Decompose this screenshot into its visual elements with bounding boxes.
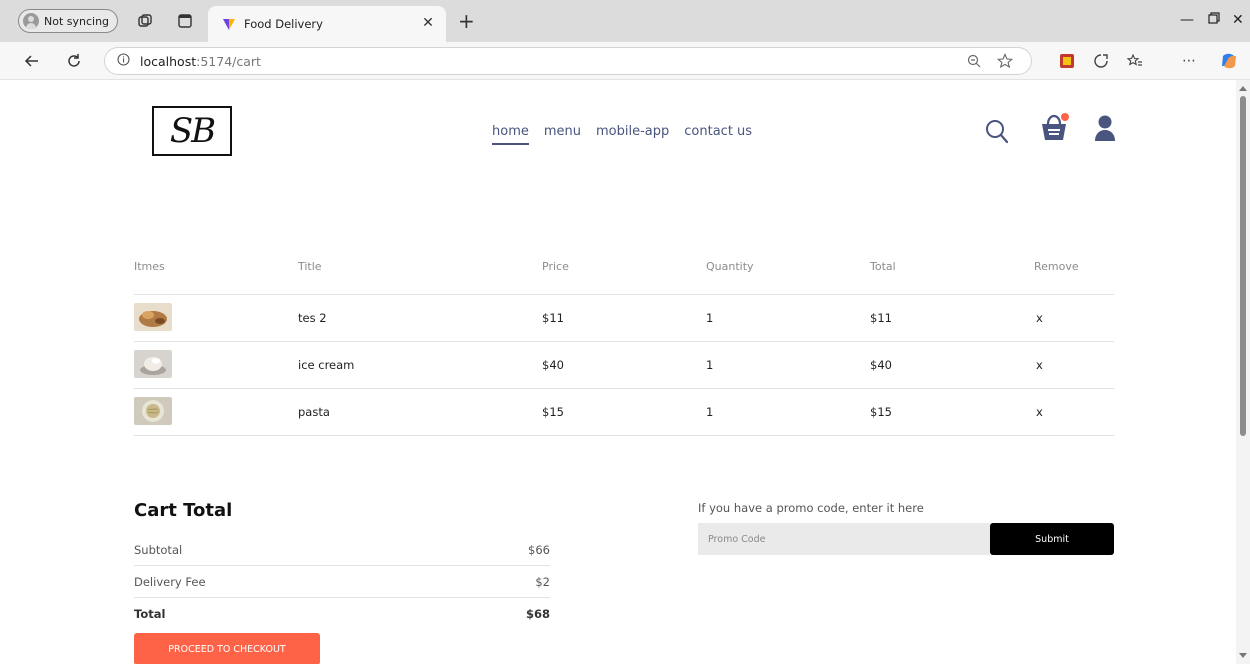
item-title: pasta	[298, 405, 330, 419]
total-row: Total $68	[134, 598, 550, 630]
nav-item-menu[interactable]: menu	[544, 124, 581, 145]
item-total: $11	[870, 311, 892, 325]
page-content: SB home menu mobile-app contact us Itmes…	[0, 80, 1236, 664]
cart-total-heading: Cart Total	[134, 500, 233, 521]
url-input[interactable]: localhost:5174/cart	[104, 47, 1032, 75]
subtotal-label: Subtotal	[134, 542, 183, 557]
tab-food-delivery[interactable]: Food Delivery ✕	[208, 6, 446, 42]
profile-sync-button[interactable]: Not syncing	[18, 9, 118, 33]
item-quantity: 1	[706, 405, 714, 419]
copilot-icon[interactable]	[1220, 52, 1238, 70]
site-logo[interactable]: SB	[152, 106, 232, 156]
promo-code-input[interactable]	[698, 523, 990, 555]
item-thumbnail	[134, 302, 298, 334]
extensions-puzzle-icon[interactable]	[1092, 52, 1110, 70]
nav-item-contact-us[interactable]: contact us	[684, 124, 752, 145]
scroll-thumb[interactable]	[1240, 96, 1246, 436]
promo-submit-button[interactable]: Submit	[990, 523, 1114, 555]
item-thumbnail	[134, 396, 298, 428]
url-path: :5174/cart	[196, 53, 261, 69]
proceed-to-checkout-button[interactable]: PROCEED TO CHECKOUT	[134, 633, 320, 664]
delivery-fee-label: Delivery Fee	[134, 574, 206, 589]
nav-item-mobile-app[interactable]: mobile-app	[596, 124, 669, 145]
table-row: ice cream $40 1 $40 x	[134, 342, 1114, 389]
item-title: ice cream	[298, 358, 355, 372]
new-tab-icon[interactable]: +	[458, 11, 475, 31]
col-header-price: Price	[542, 260, 569, 273]
subtotal-row: Subtotal $66	[134, 534, 550, 566]
remove-item-button[interactable]: x	[1034, 358, 1114, 372]
delivery-fee-value: $2	[535, 574, 550, 589]
main-navigation: home menu mobile-app contact us	[492, 124, 752, 145]
cart-table-header: Itmes Title Price Quantity Total Remove	[134, 260, 1114, 273]
minimize-icon[interactable]: —	[1180, 12, 1194, 28]
remove-item-button[interactable]: x	[1034, 405, 1114, 419]
more-options-icon[interactable]: ⋯	[1180, 52, 1198, 70]
search-icon[interactable]	[985, 118, 1009, 148]
page-scrollbar[interactable]	[1236, 80, 1250, 664]
favorites-icon[interactable]	[1126, 52, 1144, 70]
table-row: tes 2 $11 1 $11 x	[134, 295, 1114, 342]
total-value: $68	[525, 607, 550, 621]
promo-code-prompt: If you have a promo code, enter it here	[698, 501, 924, 515]
tab-close-icon[interactable]: ✕	[420, 15, 436, 31]
delivery-fee-row: Delivery Fee $2	[134, 566, 550, 598]
item-title: tes 2	[298, 311, 327, 325]
col-header-title: Title	[298, 260, 322, 273]
cart-totals: Subtotal $66 Delivery Fee $2 Total $68	[134, 534, 550, 630]
site-info-icon[interactable]	[117, 53, 130, 69]
favorite-star-icon[interactable]	[996, 53, 1014, 72]
refresh-icon[interactable]	[64, 51, 84, 71]
col-header-total: Total	[870, 260, 896, 273]
basket-icon[interactable]	[1040, 112, 1070, 148]
profile-avatar-icon	[23, 13, 39, 29]
subtotal-value: $66	[528, 542, 550, 557]
item-thumbnail	[134, 349, 298, 381]
url-host: localhost	[140, 53, 197, 69]
close-window-icon[interactable]: ✕	[1232, 12, 1244, 28]
back-arrow-icon[interactable]	[22, 51, 42, 71]
total-label: Total	[134, 607, 166, 621]
item-price: $11	[542, 311, 564, 325]
address-bar-row: localhost:5174/cart ⋯	[0, 42, 1250, 80]
tab-title: Food Delivery	[244, 17, 323, 31]
remove-item-button[interactable]: x	[1034, 311, 1114, 325]
col-header-quantity: Quantity	[706, 260, 754, 273]
zoom-icon[interactable]	[967, 54, 981, 71]
item-total: $15	[870, 405, 892, 419]
tab-actions-icon[interactable]	[176, 12, 194, 30]
promo-code-form: Submit	[698, 523, 1114, 555]
restore-icon[interactable]	[1208, 12, 1220, 28]
workspaces-icon[interactable]	[136, 12, 154, 30]
item-quantity: 1	[706, 311, 714, 325]
item-quantity: 1	[706, 358, 714, 372]
table-row: pasta $15 1 $15 x	[134, 389, 1114, 436]
extension-icon[interactable]	[1058, 52, 1076, 70]
item-price: $40	[542, 358, 564, 372]
item-total: $40	[870, 358, 892, 372]
scroll-up-icon[interactable]	[1239, 86, 1247, 91]
site-favicon-icon	[222, 17, 236, 31]
sync-status-label: Not syncing	[44, 14, 110, 28]
item-price: $15	[542, 405, 564, 419]
profile-icon[interactable]	[1094, 114, 1116, 148]
nav-item-home[interactable]: home	[492, 124, 529, 145]
browser-tab-bar: Not syncing Food Delivery ✕ + — ✕	[0, 0, 1250, 42]
col-header-remove: Remove	[1034, 260, 1079, 273]
cart-items-list: tes 2 $11 1 $11 x ice cream $40 1 $40 x …	[134, 294, 1114, 436]
scroll-down-icon[interactable]	[1239, 653, 1247, 658]
col-header-items: Itmes	[134, 260, 165, 273]
